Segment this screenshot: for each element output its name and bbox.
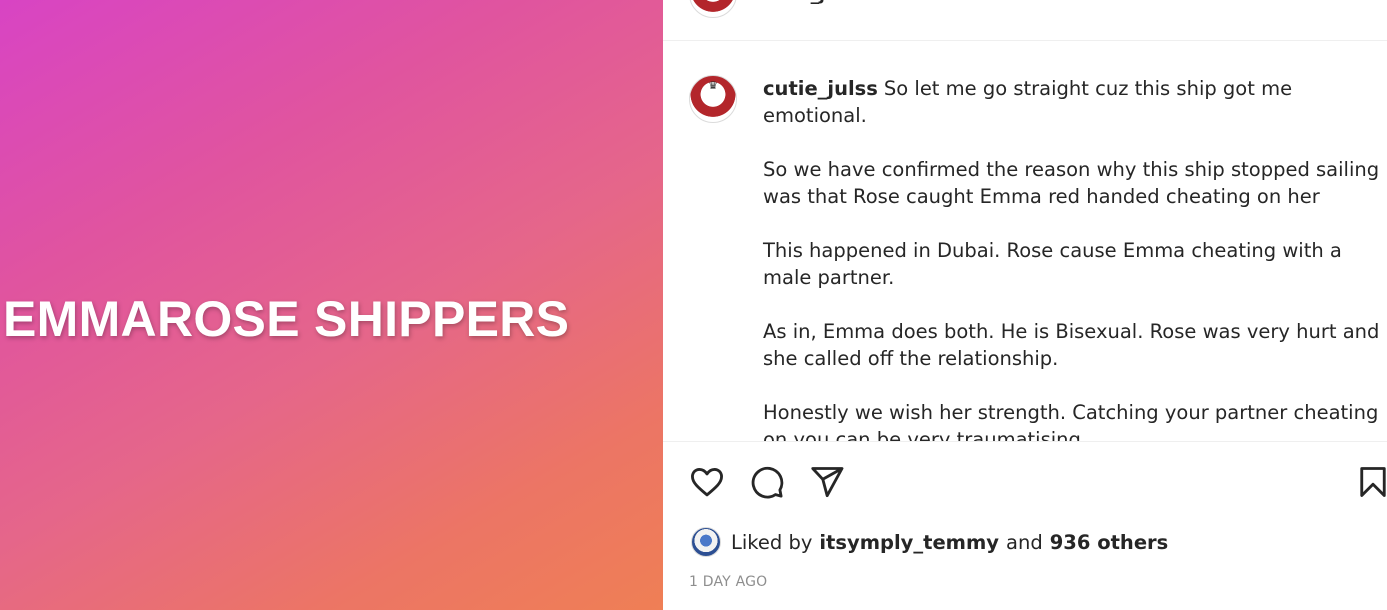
share-button[interactable] <box>807 462 847 502</box>
like-button[interactable] <box>687 462 727 502</box>
save-button[interactable] <box>1353 462 1387 502</box>
author-avatar[interactable]: ♛ <box>689 0 737 18</box>
liker-avatar[interactable] <box>691 527 721 557</box>
likes-count[interactable]: 936 others <box>1050 531 1169 554</box>
media-overlay-text: EMMAROSE SHIPPERS <box>3 291 570 347</box>
likes-prefix: Liked by <box>731 530 813 554</box>
caption-text: cutie_julss So let me go straight cuz thi… <box>763 75 1387 441</box>
bookmark-icon <box>1360 467 1386 497</box>
likes-joiner: and <box>1006 530 1043 554</box>
post-actions: Liked by itsymply_temmy and 936 others 1… <box>663 442 1387 610</box>
heart-icon <box>691 467 723 497</box>
post-timestamp[interactable]: 1 DAY AGO <box>689 574 767 590</box>
caption-paragraph: Honestly we wish her strength. Catching … <box>763 401 1379 441</box>
post-side-panel: ♛ cutie_julss ♛ cutie_julssSo let me go … <box>663 0 1387 610</box>
caption-paragraph: As in, Emma does both. He is Bisexual. R… <box>763 320 1380 370</box>
caption-avatar[interactable]: ♛ <box>689 75 737 123</box>
likes-summary: Liked by itsymply_temmy and 936 others <box>691 527 1168 557</box>
comment-button[interactable] <box>747 462 787 502</box>
comments-section[interactable]: ♛ cutie_julss So let me go straight cuz t… <box>663 41 1387 441</box>
send-icon <box>811 467 844 498</box>
post-header: ♛ cutie_julss <box>663 0 1387 41</box>
caption-paragraph: So we have confirmed the reason why this… <box>763 158 1380 208</box>
post-media[interactable]: EMMAROSE SHIPPERS <box>0 0 663 610</box>
comment-icon <box>751 466 784 499</box>
author-username[interactable]: cutie_julss <box>763 0 863 5</box>
caption-paragraph: This happened in Dubai. Rose cause Emma … <box>763 239 1342 289</box>
liker-username[interactable]: itsymply_temmy <box>819 531 999 554</box>
caption-username[interactable]: cutie_julss <box>763 77 878 100</box>
